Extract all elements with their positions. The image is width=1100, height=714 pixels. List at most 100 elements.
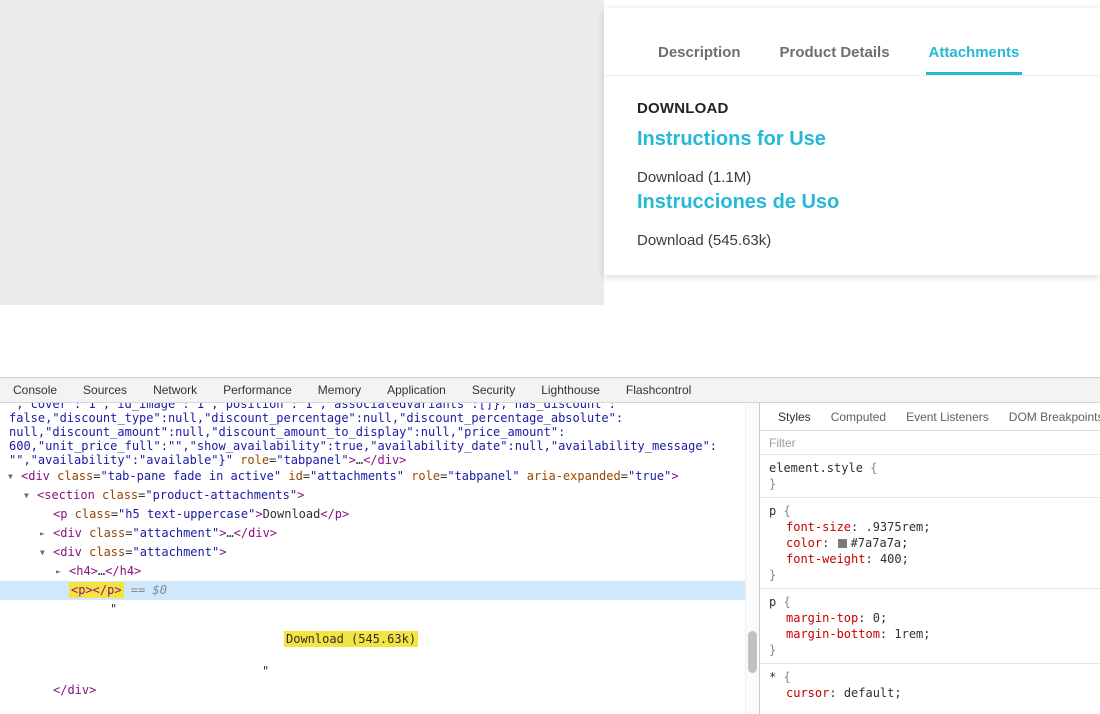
rule-selector[interactable]: p { — [769, 594, 1092, 610]
dom-panel-scrollbar[interactable] — [745, 403, 759, 714]
syntax-token: "product-attachments" — [145, 488, 297, 502]
sidebar-tab-computed[interactable]: Computed — [821, 403, 896, 431]
syntax-token: "attachment" — [133, 545, 220, 559]
dom-node[interactable]: false,"discount_type":null,"discount_per… — [0, 411, 745, 425]
product-info-card: Description Product Details Attachments DO… — [604, 8, 1100, 275]
style-rule: p {margin-top: 0;margin-bottom: 1rem;} — [760, 589, 1100, 664]
dom-node-selected[interactable]: <p></p> == $0 — [0, 581, 745, 600]
devtools-tab-security[interactable]: Security — [459, 378, 528, 402]
sidebar-tab-event-listeners[interactable]: Event Listeners — [896, 403, 999, 431]
syntax-token: = — [93, 469, 100, 483]
syntax-token: = — [111, 507, 118, 521]
devtools-body: ","cover":"1","id_image":"1","position":… — [0, 403, 1100, 714]
styles-filter-row — [760, 431, 1100, 455]
rule-selector[interactable]: element.style { — [769, 460, 1092, 476]
sidebar-tab-styles[interactable]: Styles — [768, 403, 821, 431]
elements-dom-panel: ","cover":"1","id_image":"1","position":… — [0, 403, 760, 714]
syntax-token: "tabpanel" — [276, 453, 348, 467]
syntax-token: </h4> — [105, 564, 141, 578]
devtools-tab-performance[interactable]: Performance — [210, 378, 305, 402]
dom-node[interactable]: ▼<section class="product-attachments"> — [0, 486, 745, 505]
syntax-token: > — [349, 453, 356, 467]
dom-node[interactable]: 600,"unit_price_full":"","show_availabil… — [0, 439, 745, 453]
syntax-token: " — [110, 602, 117, 616]
style-rule: p {font-size: .9375rem;color: #7a7a7a;fo… — [760, 498, 1100, 589]
dom-node[interactable]: ►<h4>…</h4> — [0, 562, 745, 581]
css-property[interactable]: font-weight: 400; — [769, 551, 1092, 567]
dom-node[interactable]: ►<div class="attachment">…</div> — [0, 524, 745, 543]
syntax-token: "attachment" — [133, 526, 220, 540]
devtools-tab-application[interactable]: Application — [374, 378, 459, 402]
tab-product-details[interactable]: Product Details — [777, 44, 893, 75]
css-property[interactable]: margin-bottom: 1rem; — [769, 626, 1092, 642]
sidebar-tabs: StylesComputedEvent ListenersDOM Breakpo… — [760, 403, 1100, 431]
css-property[interactable]: cursor: default; — [769, 685, 1092, 701]
syntax-token: "true" — [628, 469, 671, 483]
syntax-token: null,"discount_amount":null,"discount_am… — [9, 425, 565, 439]
syntax-token: role — [240, 453, 269, 467]
syntax-token: "","availability":"available"}" — [9, 453, 233, 467]
syntax-token: <h4> — [69, 564, 98, 578]
devtools-tab-console[interactable]: Console — [0, 378, 70, 402]
dom-tree: ","cover":"1","id_image":"1","position":… — [0, 403, 745, 714]
syntax-token: = — [621, 469, 628, 483]
css-property[interactable]: font-size: .9375rem; — [769, 519, 1092, 535]
syntax-token: > — [255, 507, 262, 521]
rule-selector[interactable]: p { — [769, 503, 1092, 519]
scrollbar-thumb[interactable] — [748, 631, 757, 673]
syntax-token: "tab-pane fade in active" — [101, 469, 282, 483]
syntax-token: " — [262, 664, 269, 678]
syntax-token: <div — [21, 469, 50, 483]
syntax-token: Download — [263, 507, 321, 521]
dom-node[interactable]: ","cover":"1","id_image":"1","position":… — [0, 403, 745, 411]
syntax-token: <div — [53, 526, 82, 540]
syntax-token: </div> — [363, 453, 406, 467]
devtools-tab-sources[interactable]: Sources — [70, 378, 140, 402]
dom-node[interactable]: ▼<div class="tab-pane fade in active" id… — [0, 467, 745, 486]
devtools-tab-network[interactable]: Network — [140, 378, 210, 402]
css-property[interactable]: margin-top: 0; — [769, 610, 1092, 626]
syntax-token: $0 — [152, 583, 166, 597]
expand-arrow-open-icon[interactable]: ▼ — [24, 486, 37, 505]
syntax-token: <section — [37, 488, 95, 502]
sidebar-tab-dom-breakpoints[interactable]: DOM Breakpoints — [999, 403, 1100, 431]
attachment-title-link[interactable]: Instructions for Use — [637, 129, 1100, 149]
syntax-token: "tabpanel" — [447, 469, 519, 483]
devtools-panel: ConsoleSourcesNetworkPerformanceMemoryAp… — [0, 377, 1100, 714]
syntax-token: > — [297, 488, 304, 502]
css-property[interactable]: color: #7a7a7a; — [769, 535, 1092, 551]
syntax-token: class — [95, 488, 138, 502]
dom-node[interactable]: <p class="h5 text-uppercase">Download</p… — [0, 505, 745, 524]
dom-node[interactable]: ▼<div class="attachment"> — [0, 543, 745, 562]
syntax-token: > — [671, 469, 678, 483]
attachment-download-link[interactable]: Download (545.63k) — [637, 232, 1100, 250]
attachment-title-link[interactable]: Instrucciones de Uso — [637, 192, 1100, 212]
syntax-token: == — [124, 583, 153, 597]
styles-filter-input[interactable] — [767, 435, 1093, 451]
dom-node[interactable]: " — [0, 662, 745, 681]
devtools-tab-lighthouse[interactable]: Lighthouse — [528, 378, 613, 402]
attachment-download-link[interactable]: Download (1.1M) — [637, 169, 1100, 187]
dom-node[interactable]: " — [0, 600, 745, 619]
styles-sidebar: StylesComputedEvent ListenersDOM Breakpo… — [760, 403, 1100, 714]
devtools-tab-memory[interactable]: Memory — [305, 378, 374, 402]
syntax-token: class — [82, 545, 125, 559]
syntax-token: = — [125, 526, 132, 540]
syntax-token: aria-expanded — [520, 469, 621, 483]
rule-selector[interactable]: * { — [769, 669, 1092, 685]
expand-arrow-open-icon[interactable]: ▼ — [8, 467, 21, 486]
syntax-token: = — [303, 469, 310, 483]
color-swatch[interactable] — [838, 539, 847, 548]
devtools-tab-flashcontrol[interactable]: Flashcontrol — [613, 378, 704, 402]
dom-node[interactable]: Download (545.63k) — [0, 630, 745, 649]
expand-arrow-closed-icon[interactable]: ► — [56, 562, 69, 581]
tab-attachments[interactable]: Attachments — [926, 44, 1023, 75]
expand-arrow-open-icon[interactable]: ▼ — [40, 543, 53, 562]
dom-node[interactable]: "","availability":"available"}" role="ta… — [0, 453, 745, 467]
dom-node[interactable]: </div> — [0, 681, 745, 700]
attachments-tab-content: DOWNLOAD Instructions for UseDownload (1… — [604, 76, 1100, 250]
dom-node[interactable]: null,"discount_amount":null,"discount_am… — [0, 425, 745, 439]
syntax-token: … — [356, 453, 363, 467]
tab-description[interactable]: Description — [655, 44, 744, 75]
expand-arrow-closed-icon[interactable]: ► — [40, 524, 53, 543]
